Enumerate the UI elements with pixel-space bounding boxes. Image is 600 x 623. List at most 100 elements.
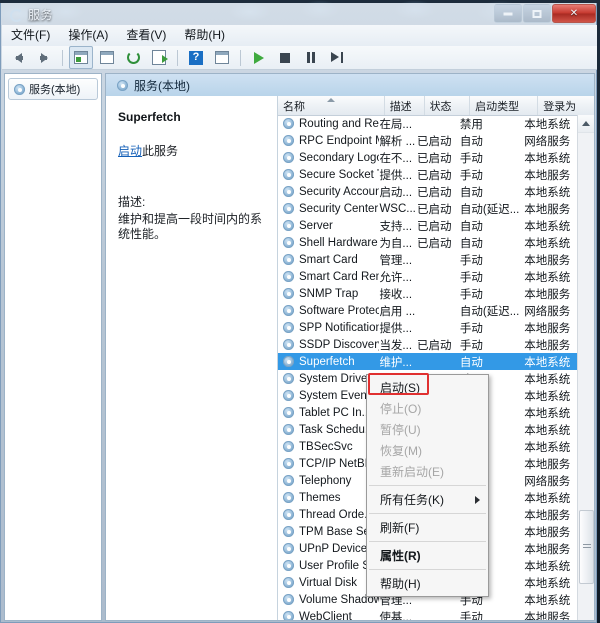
start-service-link[interactable]: 启动 [118,144,142,158]
menu-view[interactable]: 查看(V) [117,26,175,45]
table-row[interactable]: WebClient使基...手动本地服务 [278,608,577,620]
table-row[interactable]: Routing and Re...在局...禁用本地系统 [278,115,577,132]
cell-status: 已启动 [417,150,460,166]
export-button[interactable] [147,46,171,69]
close-button[interactable]: ✕ [552,4,596,23]
table-row[interactable]: Secure Socket T...提供...已启动手动本地服务 [278,166,577,183]
column-header-name[interactable]: 名称 [278,96,385,115]
detail-action-line: 启动此服务 [118,142,267,159]
services-node-icon [13,83,25,95]
table-row[interactable]: Software Protect...启用 ...自动(延迟...网络服务 [278,302,577,319]
service-gear-icon [282,593,295,606]
cell-log-on-as: 本地系统 [524,371,577,387]
maximize-button[interactable] [523,4,551,23]
properties-button[interactable] [95,46,119,69]
ctx-properties[interactable]: 属性(R) [367,545,488,566]
service-gear-icon [282,389,295,402]
ctx-pause-label: 暂停(U) [380,421,421,438]
service-gear-icon [282,372,295,385]
cell-status: 已启动 [417,337,460,353]
service-gear-icon [282,202,295,215]
table-row[interactable]: Security Account...启动...已启动自动本地系统 [278,183,577,200]
scroll-up-button[interactable] [578,115,594,133]
ctx-all-tasks[interactable]: 所有任务(K) [367,489,488,510]
restart-service-button[interactable] [325,46,349,69]
caption-buttons: ✕ [493,4,596,23]
service-name-label: WebClient [299,611,352,621]
cell-service-name: Security Account... [278,185,379,198]
service-gear-icon [282,219,295,232]
tree-item-services-local[interactable]: 服务(本地) [8,78,98,100]
cell-description: 提供... [379,320,417,336]
table-row[interactable]: RPC Endpoint M...解析 ...已启动自动网络服务 [278,132,577,149]
table-row[interactable]: Security CenterWSC...已启动自动(延迟...本地服务 [278,200,577,217]
cell-service-name: RPC Endpoint M... [278,134,379,147]
back-button[interactable] [6,46,30,69]
service-name-label: Secondary Logon [299,152,379,164]
table-row[interactable]: SNMP Trap接收...手动本地服务 [278,285,577,302]
column-header-startup-type[interactable]: 启动类型 [470,96,538,115]
table-row[interactable]: SSDP Discovery当发...已启动手动本地服务 [278,336,577,353]
service-name-label: SPP Notification ... [299,322,379,334]
table-row[interactable]: Smart Card Rem...允许...手动本地系统 [278,268,577,285]
cell-log-on-as: 本地系统 [524,150,577,166]
cell-description: 管理... [379,252,417,268]
help-button[interactable]: ? [184,46,208,69]
table-row[interactable]: Secondary Logon在不...已启动手动本地系统 [278,149,577,166]
table-row[interactable]: Superfetch维护...自动本地系统 [278,353,577,370]
cell-log-on-as: 本地服务 [524,320,577,336]
service-gear-icon [282,134,295,147]
forward-button[interactable] [32,46,56,69]
cell-service-name: TCP/IP NetBI... [278,457,379,470]
cell-description: 启动... [379,184,417,200]
table-row[interactable]: Smart Card管理...手动本地服务 [278,251,577,268]
service-name-label: SSDP Discovery [299,339,379,351]
list-vertical-scrollbar[interactable] [577,115,594,620]
title-bar-left: 服务 [1,6,53,23]
cell-log-on-as: 本地系统 [524,388,577,404]
cell-service-name: Server [278,219,379,232]
service-name-label: Server [299,220,333,232]
cell-service-name: SNMP Trap [278,287,379,300]
column-header-description[interactable]: 描述 [385,96,425,115]
menu-action[interactable]: 操作(A) [59,26,117,45]
stop-service-button[interactable] [273,46,297,69]
pause-service-button[interactable] [299,46,323,69]
cell-service-name: WebClient [278,610,379,620]
close-icon: ✕ [570,9,578,19]
start-service-button[interactable] [247,46,271,69]
cell-log-on-as: 本地系统 [524,269,577,285]
ctx-refresh[interactable]: 刷新(F) [367,517,488,538]
scrollbar-thumb[interactable] [579,510,594,584]
service-name-label: Security Account... [299,186,379,198]
cell-startup-type: 手动 [460,320,524,336]
menu-help[interactable]: 帮助(H) [175,26,234,45]
menu-file[interactable]: 文件(F) [2,26,59,45]
service-name-label: System Even... [299,390,376,402]
ctx-start[interactable]: 启动(S) [367,377,488,398]
service-gear-icon [282,406,295,419]
cell-startup-type: 自动 [460,235,524,251]
cell-description: 维护... [379,354,417,370]
table-row[interactable]: Server支持...已启动自动本地系统 [278,217,577,234]
table-row[interactable]: Shell Hardware ...为自...已启动自动本地系统 [278,234,577,251]
cell-log-on-as: 本地系统 [524,592,577,608]
column-header-log-on-as[interactable]: 登录为 [538,96,594,115]
cell-service-name: Themes [278,491,379,504]
minimize-button[interactable] [494,4,522,23]
cell-log-on-as: 本地服务 [524,252,577,268]
console-tree-icon [74,51,88,64]
ctx-pause: 暂停(U) [367,419,488,440]
service-name-label: Smart Card [299,254,358,266]
service-name-label: Tablet PC In... [299,407,371,419]
column-header-status[interactable]: 状态 [425,96,471,115]
new-window-button[interactable] [210,46,234,69]
ctx-help[interactable]: 帮助(H) [367,573,488,594]
show-tree-button[interactable] [69,46,93,69]
cell-log-on-as: 本地服务 [524,201,577,217]
refresh-button[interactable] [121,46,145,69]
table-row[interactable]: SPP Notification ...提供... 手动本地服务 [278,319,577,336]
results-pane: 服务(本地) Superfetch 启动此服务 描述: 维护和提高一段时间内的系… [105,73,595,621]
service-name-label: Virtual Disk [299,577,357,589]
cell-log-on-as: 网络服务 [524,303,577,319]
